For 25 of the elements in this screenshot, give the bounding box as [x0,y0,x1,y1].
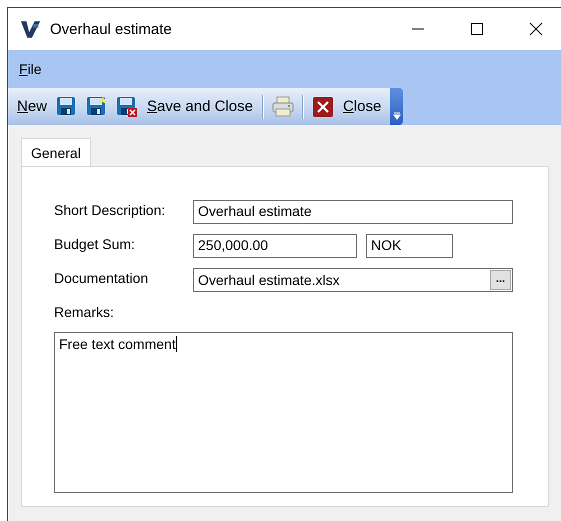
window-title: Overhaul estimate [50,20,173,38]
app-logo-icon [20,20,42,38]
amount-field[interactable]: 250,000.00 [193,234,357,258]
file-path-field[interactable]: Overhaul estimate.xlsx ... [193,268,513,292]
maximize-icon[interactable] [470,22,484,36]
toolbar-button[interactable]: New [16,96,48,117]
close-icon[interactable] [312,96,334,118]
toolbar-overflow-button[interactable] [390,88,404,125]
printer-icon[interactable] [272,96,294,118]
caret-icon [392,112,401,120]
text-field[interactable]: Overhaul estimate [193,200,513,224]
field-label: Remarks: [54,303,115,320]
field-label: Budget Sum: [54,235,136,252]
tab[interactable]: General [21,138,91,166]
field-label: Short Description: [54,201,166,218]
menu-item[interactable]: File [18,59,43,79]
remarks-field[interactable]: Free text comment [54,332,513,493]
save-new-icon[interactable] [86,96,108,118]
toolbar-button[interactable]: Close [342,96,382,117]
save-close-icon[interactable] [116,96,138,118]
field-label: Documentation [54,269,150,286]
close-icon[interactable] [529,22,543,36]
save-and-close-button[interactable]: Save and Close [146,96,254,117]
currency-field[interactable]: NOK [366,234,453,258]
browse-button[interactable]: ... [490,270,511,290]
